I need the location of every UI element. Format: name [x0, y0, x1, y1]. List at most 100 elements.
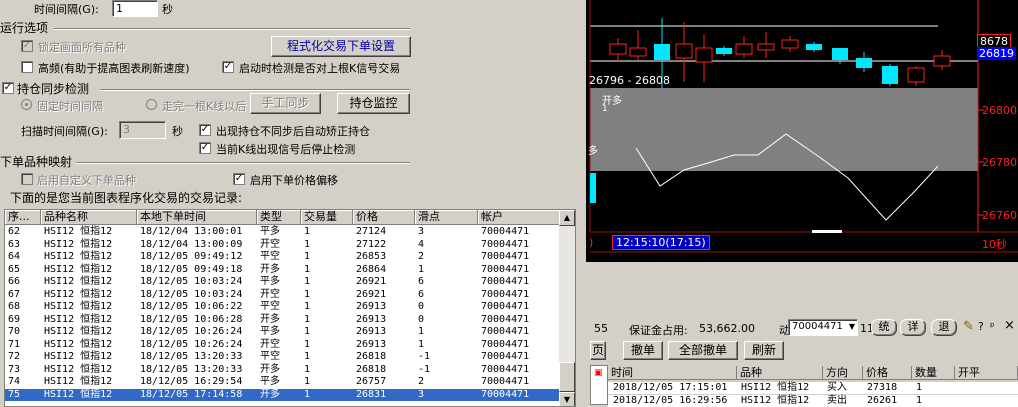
table-cell: 26853: [356, 251, 387, 262]
col-price[interactable]: 价格: [353, 210, 415, 225]
chevron-down-icon: ▼: [848, 322, 855, 331]
table-cell: 1: [304, 313, 311, 325]
orders-col-openclose[interactable]: 开平: [955, 366, 1018, 380]
table-cell: 平多: [260, 376, 280, 387]
exit-button[interactable]: 退: [931, 319, 957, 336]
high-freq-checkbox[interactable]: [21, 61, 33, 73]
table-cell: 26831: [356, 388, 387, 400]
col-volume[interactable]: 交易量: [301, 210, 353, 225]
col-slippage[interactable]: 滑点: [415, 210, 478, 225]
left-bracket: ): [589, 236, 594, 249]
col-seq[interactable]: 序...: [5, 210, 41, 225]
program-trade-dialog: 时间间隔(G): 1 秒 运行选项 ✓ 锁定画面所有品种 程式化交易下单设置 高…: [0, 0, 586, 407]
orders-col-price[interactable]: 价格: [863, 366, 912, 380]
table-row[interactable]: 70 HSI12 恒指12 18/12/05 10:26:24 平多 1 26913 1 70…: [5, 326, 561, 338]
table-cell: 开多: [260, 263, 280, 275]
candle-body: [907, 67, 925, 83]
orders-col-product[interactable]: 品种: [737, 366, 823, 380]
col-type[interactable]: 类型: [257, 210, 301, 225]
table-row[interactable]: 65 HSI12 恒指12 18/12/05 09:49:18 开多 1 26864 1 70…: [5, 264, 561, 276]
custom-product-checkbox[interactable]: [21, 173, 33, 185]
cancel-order-button[interactable]: 撤单: [623, 341, 663, 360]
candle-body: [933, 55, 951, 67]
orders-col-direction[interactable]: 方向: [823, 366, 863, 380]
table-cell: HSI12 恒指12: [44, 376, 113, 387]
position-monitor-button[interactable]: 持仓监控: [337, 93, 410, 114]
interval-input[interactable]: 1: [112, 0, 158, 17]
table-row[interactable]: 67 HSI12 恒指12 18/12/05 10:03:24 开空 1 26921 6 70…: [5, 289, 561, 301]
col-product[interactable]: 品种名称: [41, 210, 137, 225]
table-cell: 平空: [260, 351, 280, 362]
orders-col-time[interactable]: 时间: [608, 366, 737, 380]
fixed-interval-radio[interactable]: [21, 99, 32, 110]
kline-chart[interactable]: 26796 - 26808 开多 1 多 8678 26819 26800 26…: [586, 0, 1018, 262]
table-cell: HSI12 恒指12: [44, 288, 113, 300]
table-cell: 70004471: [481, 226, 530, 237]
scroll-down-icon[interactable]: ▼: [559, 392, 575, 406]
table-row[interactable]: 62 HSI12 恒指12 18/12/04 13:00:01 平多 1 27124 3 70…: [5, 226, 561, 238]
scroll-marker: [812, 230, 842, 233]
pin-icon[interactable]: ᵖ: [990, 320, 995, 333]
refresh-button[interactable]: 刷新: [744, 341, 784, 360]
table-cell: 70004471: [481, 363, 530, 375]
order-cell: 1: [916, 382, 923, 393]
stop-check-checkbox[interactable]: ✓: [199, 142, 211, 154]
table-row[interactable]: 75 HSI12 恒指12 18/12/05 17:14:58 开多 1 26831 3 70…: [5, 388, 561, 401]
side-panel: ▣: [590, 365, 608, 405]
page-button[interactable]: 页: [590, 341, 606, 360]
tools-icon[interactable]: ✎: [963, 319, 974, 334]
manual-sync-button[interactable]: 手工同步: [250, 93, 321, 114]
table-cell: 18/12/05 16:29:54: [140, 376, 243, 387]
candle-body: [832, 48, 848, 60]
axis-label-26800: 26800: [982, 104, 1017, 117]
table-cell: 71: [8, 338, 21, 350]
col-order-time[interactable]: 本地下单时间: [137, 210, 257, 225]
col-account[interactable]: 帐户: [478, 210, 561, 225]
scroll-up-icon[interactable]: ▲: [559, 210, 575, 226]
table-scrollbar[interactable]: ▲ ▼: [559, 210, 575, 406]
lock-all-checkbox[interactable]: ✓: [21, 40, 33, 52]
table-cell: 平多: [260, 226, 280, 237]
auto-fix-checkbox[interactable]: ✓: [199, 124, 211, 136]
account-select[interactable]: 70004471 ▼: [788, 319, 858, 336]
stop-check-label: 当前K线出现信号后停止检测: [216, 143, 356, 156]
cancel-all-button[interactable]: 全部撤单: [668, 341, 738, 360]
table-cell: 平多: [260, 326, 280, 337]
table-row[interactable]: 74 HSI12 恒指12 18/12/05 16:29:54 平多 1 26757 2 70…: [5, 376, 561, 388]
table-cell: 1: [304, 376, 311, 387]
close-icon[interactable]: ×: [1004, 318, 1015, 333]
table-cell: 18/12/05 10:26:24: [140, 338, 243, 350]
scroll-thumb[interactable]: [559, 362, 575, 392]
table-row[interactable]: 69 HSI12 恒指12 18/12/05 10:06:28 开多 1 26913 0 70…: [5, 314, 561, 326]
table-row[interactable]: 66 HSI12 恒指12 18/12/05 10:03:24 平多 1 26921 6 70…: [5, 276, 561, 288]
table-row[interactable]: 64 HSI12 恒指12 18/12/05 09:49:12 平空 1 26853 2 70…: [5, 251, 561, 263]
table-row[interactable]: 63 HSI12 恒指12 18/12/04 13:00:09 开空 1 27122 4 70…: [5, 239, 561, 251]
stat-button[interactable]: 统: [871, 319, 897, 336]
startup-check-checkbox[interactable]: ✓: [222, 61, 234, 73]
price-offset-checkbox[interactable]: ✓: [233, 173, 245, 185]
order-row[interactable]: 2018/12/05 17:15:01 HSI12 恒指12 买入 27318 1: [608, 382, 1018, 394]
order-row[interactable]: 2018/12/05 16:29:56 HSI12 恒指12 卖出 26261 1: [608, 394, 1018, 407]
table-row[interactable]: 72 HSI12 恒指12 18/12/05 13:20:33 平空 1 26818 -1 7…: [5, 351, 561, 363]
program-trade-settings-button[interactable]: 程式化交易下单设置: [271, 36, 411, 57]
axis-label-26760: 26760: [982, 209, 1017, 222]
after-bar-radio[interactable]: [146, 99, 157, 110]
candle-body: [735, 43, 753, 55]
help-icon[interactable]: ?: [978, 320, 984, 333]
candle-body: [716, 48, 732, 54]
position-sync-checkbox[interactable]: ✓: [2, 82, 14, 94]
table-cell: 1: [304, 288, 311, 300]
table-cell: 18/12/05 17:14:58: [140, 388, 243, 400]
detail-button[interactable]: 详: [900, 319, 926, 336]
signal-count: 1: [602, 104, 608, 114]
candle-body: [675, 43, 693, 59]
table-row[interactable]: 71 HSI12 恒指12 18/12/05 10:26:24 开空 1 26913 1 70…: [5, 339, 561, 351]
table-cell: 70004471: [481, 238, 530, 250]
scan-interval-input[interactable]: 3: [119, 121, 166, 139]
count-label: 55: [594, 322, 608, 335]
table-cell: 26913: [356, 313, 387, 325]
table-row[interactable]: 73 HSI12 恒指12 18/12/05 13:20:33 开多 1 26818 -1 7…: [5, 364, 561, 376]
table-row[interactable]: 68 HSI12 恒指12 18/12/05 10:06:22 平空 1 26913 0 70…: [5, 301, 561, 313]
orders-col-qty[interactable]: 数量: [912, 366, 955, 380]
table-cell: 18/12/05 10:03:24: [140, 276, 243, 287]
